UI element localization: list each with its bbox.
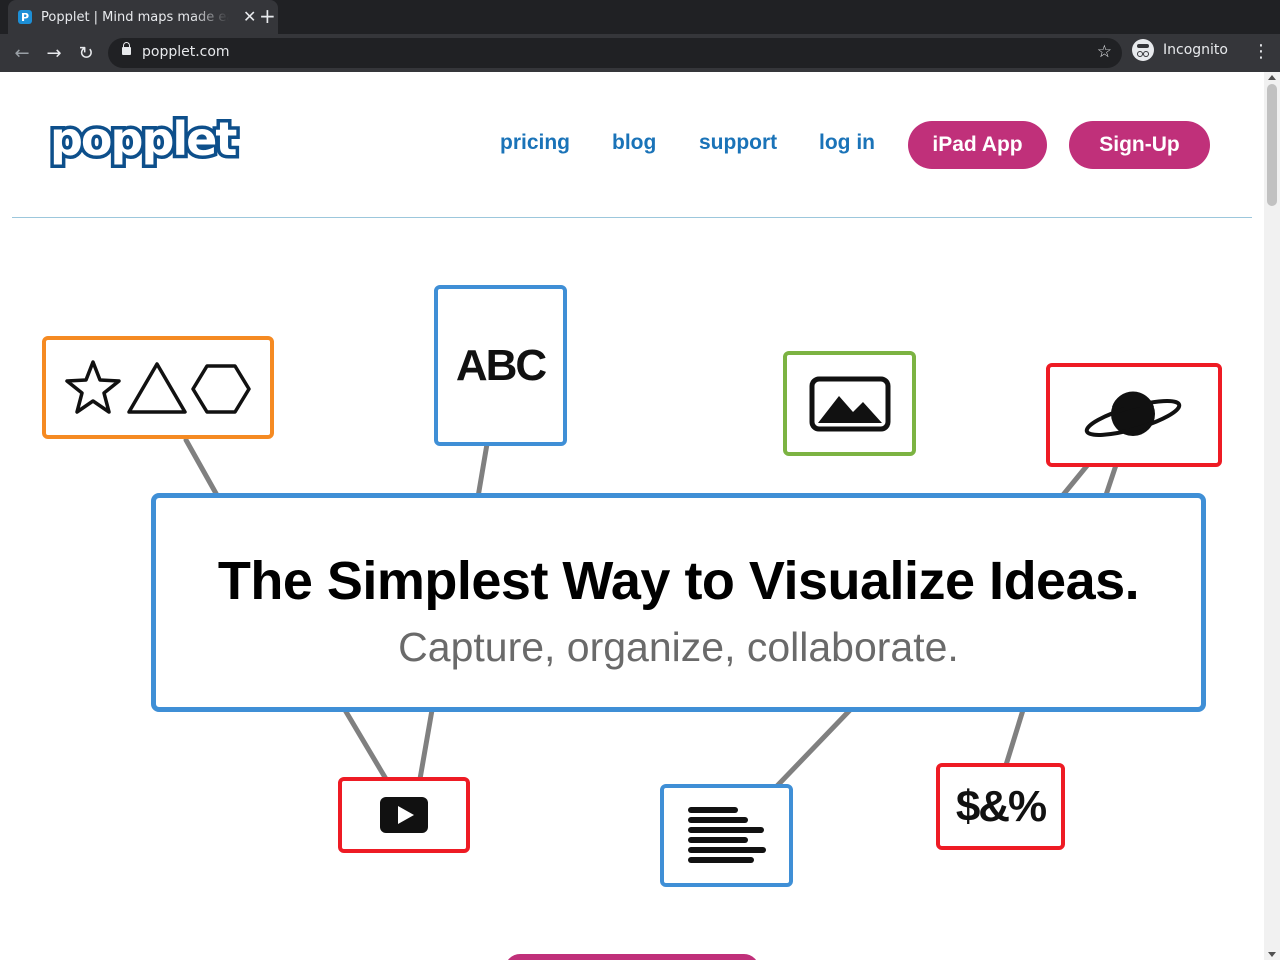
image-icon [809,376,890,431]
scroll-down-icon[interactable] [1268,952,1276,957]
incognito-label: Incognito [1163,42,1228,58]
abc-text: ABC [455,340,547,390]
planet-icon [1084,391,1182,437]
play-video-icon [380,797,428,833]
browser-tab-bar: P Popplet | Mind maps made easy ✕ + [0,0,1280,34]
address-bar[interactable]: popplet.com ☆ [108,38,1122,68]
popplet-favicon-icon: P [18,10,32,24]
shapes-icon [65,359,251,414]
image-popple [783,351,916,456]
symbols-text: $&% [955,781,1047,831]
symbols-popple: $&% [936,763,1065,850]
text-lines-icon [687,806,766,863]
lock-icon [122,42,131,55]
text-popple: ABC [434,285,567,446]
shapes-popple [42,336,274,439]
browser-toolbar: ← → ↻ popplet.com ☆ Incognito ⋮ [0,34,1280,72]
cta-button-partial[interactable] [505,954,759,960]
tab-title: Popplet | Mind maps made easy [41,9,229,25]
forward-icon[interactable]: → [43,42,65,64]
browser-menu-icon[interactable]: ⋮ [1252,42,1270,64]
reload-icon[interactable]: ↻ [75,42,97,64]
video-popple [338,777,470,853]
scroll-thumb[interactable] [1267,84,1277,206]
page-scrollbar[interactable] [1264,72,1280,960]
planet-popple [1046,363,1222,467]
scroll-up-icon[interactable] [1268,75,1276,80]
back-icon[interactable]: ← [11,42,33,64]
hero-subline: Capture, organize, collaborate. [398,624,959,670]
notes-popple [660,784,793,887]
hero-popple: The Simplest Way to Visualize Ideas. Cap… [151,493,1206,712]
incognito-profile[interactable]: Incognito [1132,39,1228,61]
hero-headline: The Simplest Way to Visualize Ideas. [217,551,1140,611]
url-text[interactable]: popplet.com [142,44,230,60]
browser-tab[interactable]: P Popplet | Mind maps made easy ✕ [8,0,278,34]
page-viewport: popplet pricing blog support log in iPad… [0,72,1264,960]
incognito-icon [1132,39,1154,61]
new-tab-icon[interactable]: + [259,5,276,27]
bookmark-star-icon[interactable]: ☆ [1097,42,1112,62]
close-tab-icon[interactable]: ✕ [243,9,256,25]
